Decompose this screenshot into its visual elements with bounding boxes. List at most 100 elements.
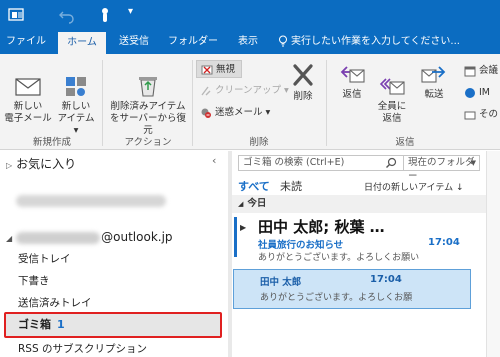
touch-mode-icon[interactable]	[96, 6, 114, 24]
tab-folder[interactable]: フォルダー	[164, 30, 222, 54]
filter-unread[interactable]: 未読	[280, 178, 302, 194]
more-respond-icon	[464, 111, 476, 119]
favorites-header[interactable]: ▷ お気に入り	[0, 152, 228, 176]
unread-indicator	[234, 217, 237, 257]
quick-access-dropdown-icon[interactable]: ▾	[128, 6, 133, 17]
reading-pane-edge	[486, 151, 500, 357]
folder-drafts[interactable]: 下書き	[0, 269, 228, 293]
tab-home[interactable]: ホーム	[58, 32, 106, 54]
reply-all-button[interactable]: 全員に 返信	[372, 62, 412, 125]
ribbon-separator	[102, 60, 103, 146]
message-sender: 田中 太郎	[260, 277, 302, 288]
ribbon-separator	[326, 60, 327, 146]
delete-label: 削除	[293, 91, 313, 102]
message-item[interactable]: ▶ 田中 太郎; 秋葉 … 社員旅行のお知らせ 17:04 ありがとうございます…	[232, 213, 486, 263]
ignore-button[interactable]: 無視	[196, 60, 243, 78]
delete-button[interactable]: 削除	[286, 62, 320, 103]
search-scope-label: 現在のフォルダー	[408, 157, 475, 182]
im-label: IM	[479, 87, 490, 98]
recycle-bin-icon	[139, 77, 157, 97]
folder-pane: ▷ お気に入り ‹ ◢ @outlook.jp 受信トレイ 下書き 送信済みトレイ …	[0, 151, 228, 357]
tab-view[interactable]: 表示	[228, 30, 268, 54]
new-email-button[interactable]: 新しい 電子メール	[4, 62, 52, 125]
cleanup-icon	[201, 86, 211, 95]
new-items-icon	[66, 77, 86, 96]
meeting-button[interactable]: 会議	[464, 62, 498, 80]
reply-icon	[340, 66, 365, 83]
ignore-label: 無視	[216, 64, 236, 75]
reply-all-icon	[379, 78, 405, 95]
junk-label: 迷惑メール ▾	[215, 107, 271, 118]
account-domain: @outlook.jp	[101, 230, 173, 244]
sort-by-date[interactable]: 日付の新しいアイテム ↓	[364, 180, 464, 193]
folder-rss[interactable]: RSS のサブスクリプション	[0, 337, 228, 357]
folder-inbox[interactable]: 受信トレイ	[0, 247, 228, 271]
forward-button[interactable]: 転送	[414, 62, 454, 101]
favorites-label: お気に入り	[16, 157, 77, 171]
message-sender: 田中 太郎; 秋葉 …	[258, 218, 385, 236]
restore-deleted-button[interactable]: 削除済みアイテム をサーバーから復元	[106, 62, 190, 137]
expand-conversation-icon[interactable]: ▶	[240, 223, 246, 232]
message-item-selected[interactable]: 田中 太郎 17:04 ありがとうございます。よろしくお願	[233, 269, 471, 309]
more-respond-label: その	[479, 109, 499, 120]
message-time: 17:04	[370, 274, 402, 285]
outlook-app-icon	[8, 8, 24, 21]
collapse-arrow-icon[interactable]: ◢	[6, 234, 12, 243]
ribbon-tabs: ファイル ホーム 送受信 フォルダー 表示 実行したい作業を入力してください..…	[0, 30, 500, 54]
lightbulb-icon	[279, 35, 287, 47]
junk-button[interactable]: 迷惑メール ▾	[200, 104, 270, 122]
new-items-label: 新しい アイテム ▾	[57, 101, 95, 136]
group-label-action: アクション	[124, 137, 172, 148]
search-placeholder: ゴミ箱 の検索 (Ctrl+E)	[243, 157, 345, 168]
tell-me-box[interactable]: 実行したい作業を入力してください...	[278, 30, 460, 54]
tab-send-receive[interactable]: 送受信	[112, 30, 156, 54]
reply-label: 返信	[342, 89, 362, 100]
blurred-account-email	[16, 195, 166, 207]
group-label-delete: 削除	[249, 137, 269, 148]
forward-label: 転送	[424, 89, 444, 100]
chevron-down-icon: ▼	[470, 159, 476, 167]
junk-icon	[201, 108, 211, 118]
collapse-arrow-icon: ◢	[238, 200, 244, 208]
search-box[interactable]: ゴミ箱 の検索 (Ctrl+E) 現在のフォルダー ▼	[238, 155, 480, 182]
message-list: ゴミ箱 の検索 (Ctrl+E) 現在のフォルダー ▼ すべて 未読 日付の新しい…	[232, 151, 486, 357]
more-respond-button[interactable]: その	[464, 106, 498, 124]
cleanup-label: クリーンアップ ▾	[215, 85, 289, 96]
forward-icon	[421, 66, 446, 83]
group-header-today[interactable]: ◢ 今日	[232, 195, 486, 213]
undo-icon[interactable]	[58, 6, 76, 24]
search-scope-dropdown[interactable]: 現在のフォルダー ▼	[403, 156, 479, 182]
group-label-new: 新規作成	[32, 137, 71, 148]
reply-all-label: 全員に 返信	[377, 101, 407, 124]
meeting-label: 会議	[479, 65, 499, 76]
restore-deleted-label: 削除済みアイテム をサーバーから復元	[110, 101, 186, 136]
collapse-pane-icon[interactable]: ‹	[212, 154, 216, 167]
cleanup-button[interactable]: クリーンアップ ▾	[200, 82, 289, 100]
im-icon	[465, 87, 475, 98]
account-header[interactable]: ◢ @outlook.jp	[0, 225, 228, 249]
ribbon: 新しい 電子メール 新しい アイテム ▾ 新規作成 削除済みアイテム をサーバー…	[0, 54, 500, 150]
message-subject: 社員旅行のお知らせ	[258, 240, 344, 251]
envelope-icon	[15, 78, 41, 96]
ribbon-separator	[192, 60, 193, 146]
search-icon[interactable]	[385, 157, 397, 169]
reply-button[interactable]: 返信	[332, 62, 372, 101]
tell-me-text: 実行したい作業を入力してください...	[291, 36, 460, 47]
filter-all[interactable]: すべて	[238, 178, 270, 194]
tab-file[interactable]: ファイル	[6, 30, 46, 54]
ignore-icon	[201, 65, 213, 74]
folder-trash-label: ゴミ箱	[18, 318, 51, 331]
message-preview: ありがとうございます。よろしくお願い	[258, 253, 420, 263]
title-bar: ▾	[0, 0, 500, 30]
group-today-label: 今日	[247, 198, 267, 209]
new-items-button[interactable]: 新しい アイテム ▾	[54, 62, 98, 137]
expand-arrow-icon[interactable]: ▷	[6, 161, 12, 170]
message-time: 17:04	[428, 237, 460, 248]
folder-trash[interactable]: ゴミ箱 1	[4, 312, 222, 338]
message-preview: ありがとうございます。よろしくお願	[260, 293, 413, 303]
im-button[interactable]: IM	[464, 84, 490, 102]
new-email-label: 新しい 電子メール	[4, 101, 52, 124]
blurred-account-name	[16, 231, 101, 244]
group-label-respond: 返信	[395, 137, 415, 148]
delete-x-icon	[293, 64, 313, 86]
